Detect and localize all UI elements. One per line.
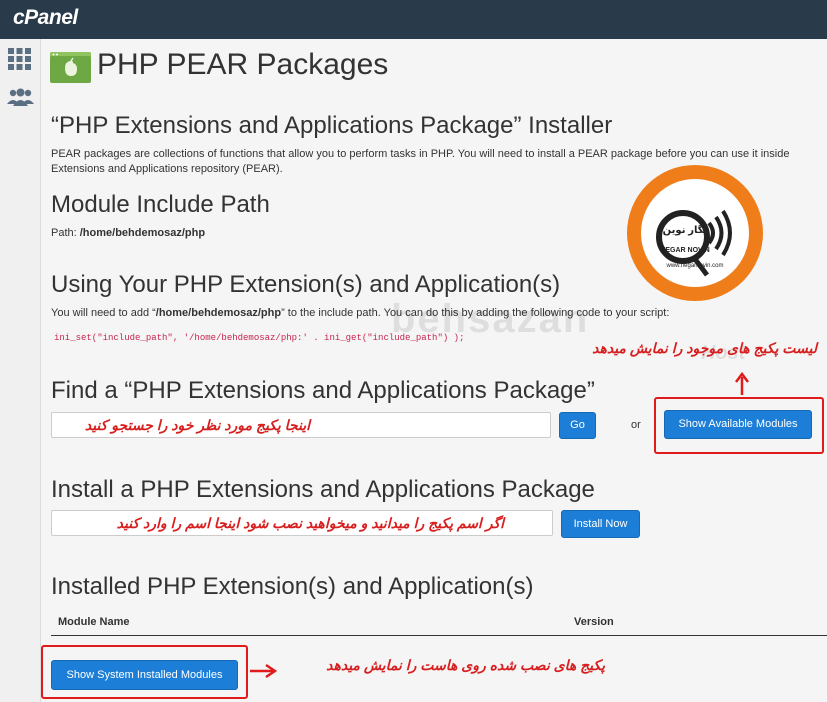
watermark: behsazan [391,297,589,342]
sidebar [0,39,41,702]
install-heading: Install a PHP Extensions and Application… [51,476,595,503]
find-package-input[interactable]: اینجا پکیج مورد نظر خود را جستجو کنید [51,412,551,438]
badge-url: www.negarnovin.com [666,263,724,269]
using-heading: Using Your PHP Extension(s) and Applicat… [51,271,561,298]
page-title: PHP PEAR Packages [97,48,389,81]
arrow-right-icon [249,663,278,684]
show-system-note: پکیج های نصب شده روی هاست را نمایش میدهد [326,657,605,673]
include-path-heading: Module Include Path [51,191,270,218]
go-button[interactable]: Go [559,412,596,439]
table-header-rule [51,635,827,636]
pear-package-icon [50,52,91,83]
or-label: or [631,419,641,431]
show-system-installed-modules-button[interactable]: Show System Installed Modules [51,660,238,690]
grid-icon[interactable] [8,48,31,75]
intro-text-line-1: PEAR packages are collections of functio… [51,148,790,160]
include-path-text: Path: /home/behdemosaz/php [51,227,205,239]
find-input-note: اینجا پکیج مورد نظر خود را جستجو کنید [84,417,310,433]
negar-novin-logo: نگار نوین NEGAR NOVIN www.negarnovin.com [625,163,765,303]
users-icon[interactable] [7,88,34,111]
top-bar: cPanel [0,0,827,39]
col-module-name: Module Name [58,616,130,628]
install-package-input[interactable]: اگر اسم پکیج را میدانید و میخواهید نصب ش… [51,510,553,536]
col-version: Version [574,616,614,628]
using-text-path: /home/behdemosaz/php [155,307,282,319]
badge-name-en: NEGAR NOVIN [660,247,710,254]
main-content: PHP PEAR Packages “PHP Extensions and Ap… [41,39,827,702]
path-value: /home/behdemosaz/php [79,227,206,239]
installer-heading: “PHP Extensions and Applications Package… [51,112,613,139]
path-label: Path: [51,227,80,239]
cpanel-logo[interactable]: cPanel [13,6,78,30]
using-text-part-1: You will need to add “ [51,307,156,319]
show-available-note: لیست پکیج های موجود را نمایش میدهد [592,340,817,356]
install-now-button[interactable]: Install Now [561,510,640,538]
installed-heading: Installed PHP Extension(s) and Applicati… [51,573,534,600]
watermark-line-1: behsazan [391,297,590,341]
install-input-note: اگر اسم پکیج را میدانید و میخواهید نصب ش… [116,515,504,531]
intro-text-line-2: Extensions and Applications repository (… [51,163,283,175]
find-heading: Find a “PHP Extensions and Applications … [51,377,595,404]
badge-name-fa: نگار نوین [662,225,708,236]
show-available-modules-button[interactable]: Show Available Modules [664,410,812,439]
